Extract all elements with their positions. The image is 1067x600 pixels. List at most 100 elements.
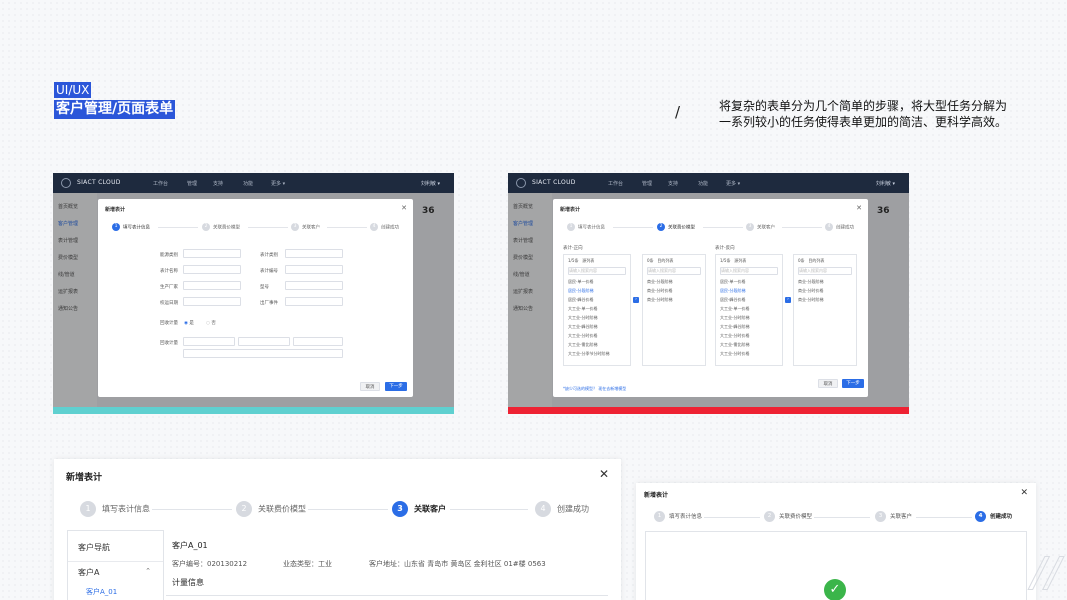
list-item[interactable]: 商业-分时阶梯 [647,297,701,303]
radio-yes[interactable]: ◉ 是 [184,320,194,326]
search-input[interactable]: 请输入搜索内容 [720,267,778,275]
cancel-button[interactable]: 取消 [818,379,838,388]
manufacturer-select[interactable] [183,281,241,290]
nav-item-customer-a[interactable]: 客户A [78,567,99,578]
next-button[interactable]: 下一步 [385,382,407,391]
close-icon[interactable]: ✕ [599,467,609,481]
customer-name: 客户A_01 [172,541,208,550]
topnav-item[interactable]: 管理 [642,180,652,187]
radio-label: 否 [211,321,216,326]
step-number: 2 [202,223,210,231]
step-connector [703,227,743,228]
topnav-item[interactable]: 工作台 [153,180,168,187]
topnav-item[interactable]: 支持 [213,180,223,187]
topnav-item[interactable]: 支持 [668,180,678,187]
list-item-selected[interactable]: 居民-分段阶梯 [720,288,778,294]
screenshot-step1: SIACT CLOUD 工作台 管理 支持 功能 更多 ▾ 刘利敏 ▾ 首页概览… [53,173,454,414]
list-item[interactable]: 商业-分段阶梯 [798,279,852,285]
calibration-date-picker[interactable] [183,297,241,306]
step-label: 关联费价模型 [668,225,695,231]
step-label: 填写表计信息 [102,504,150,514]
step-4: 4 创建成功 [370,223,399,231]
search-input[interactable]: 请输入搜索内容 [647,267,701,275]
close-icon[interactable]: ✕ [856,204,862,212]
model-select[interactable] [285,281,343,290]
step-number: 2 [764,511,775,522]
step-label: 关联费价模型 [779,514,813,520]
topnav-item[interactable]: 管理 [187,180,197,187]
topnav-item[interactable]: 更多 ▾ [726,180,740,187]
user-menu[interactable]: 刘利敏 ▾ [421,180,440,187]
radio-no[interactable]: ○ 否 [206,320,216,326]
list-item[interactable]: 大工业-单一价格 [720,306,778,312]
business-type: 业态类型：工业 [283,560,332,568]
brand-name: SIACT CLOUD [532,179,576,186]
topnav-item[interactable]: 功能 [243,180,253,187]
energy-type-select[interactable] [183,249,241,258]
list-item[interactable]: 大工业-峰谷阶梯 [568,324,626,330]
list-item[interactable]: 居民-单一价格 [720,279,778,285]
list-item[interactable]: 大工业-需比阶梯 [720,342,778,348]
step-number: 4 [975,511,986,522]
recovery-input[interactable] [183,349,343,358]
step-label: 关联客户 [302,225,320,231]
list-item[interactable]: 大工业-峰谷阶梯 [720,324,778,330]
list-item[interactable]: 居民-峰谷价格 [720,297,778,303]
step-label: 关联客户 [757,225,775,231]
list-item[interactable]: 居民-峰谷价格 [568,297,626,303]
add-model-link[interactable]: *缺少可选的模型？ 现在去新增模型 [563,386,626,392]
list-item[interactable]: 商业-分段阶梯 [647,279,701,285]
list-item[interactable]: 居民-单一价格 [568,279,626,285]
cancel-button[interactable]: 取消 [360,382,380,391]
topnav-item[interactable]: 功能 [698,180,708,187]
list-item[interactable]: 大工业-分时阶梯 [568,315,626,321]
group-label: 表计-反向 [715,246,735,251]
transfer-right-button[interactable]: › [785,297,791,303]
nav-subitem-customer-a01[interactable]: 客户A_01 [86,587,117,597]
topnav-item[interactable]: 工作台 [608,180,623,187]
list-item-selected[interactable]: 居民-分段阶梯 [568,288,626,294]
meter-name-input[interactable] [183,265,241,274]
topnav-item[interactable]: 更多 ▾ [271,180,285,187]
search-input[interactable]: 请输入搜索内容 [568,267,626,275]
decorative-outline-text: // [1031,550,1062,597]
step-label: 填写表计信息 [123,225,150,231]
step-3: 3 关联客户 [392,501,446,518]
step-2: 2 关联费价模型 [764,511,812,523]
search-input[interactable]: 请输入搜索内容 [798,267,852,275]
step-label: 关联费价模型 [258,504,306,514]
close-icon[interactable]: ✕ [1020,488,1028,498]
recovery-select-3[interactable] [293,337,343,346]
customer-number: 客户编号：020130212 [172,560,248,568]
factory-date-input[interactable] [285,297,343,306]
list-item[interactable]: 大工业-分时阶梯 [720,315,778,321]
meter-type-select[interactable] [285,249,343,258]
list-item[interactable]: 大工业-分季节分时阶梯 [568,351,626,357]
list-item[interactable]: 商业-分时阶梯 [798,297,852,303]
transfer-right-button[interactable]: › [633,297,639,303]
step-connector [248,227,288,228]
recovery-select-2[interactable] [238,337,290,346]
field-label: 出厂事件 [260,301,278,306]
next-button[interactable]: 下一步 [842,379,864,388]
list-item[interactable]: 商业-分时价格 [798,288,852,294]
customer-nav: 客户导航 客户A ⌃ 客户A_01 [67,530,164,600]
user-menu[interactable]: 刘利敏 ▾ [876,180,895,187]
description-line-2: 一系列较小的任务使得表单更加的简洁、更科学高效。 [719,115,1008,129]
customer-address: 客户地址：山东省 青岛市 黄岛区 金利社区 01#楼 0563 [369,560,546,568]
close-icon[interactable]: ✕ [401,204,407,212]
list-item[interactable]: 商业-分时价格 [647,288,701,294]
chevron-up-icon[interactable]: ⌃ [145,567,151,575]
list-item[interactable]: 大工业-需比阶梯 [568,342,626,348]
list-item[interactable]: 大工业-分时价格 [720,351,778,357]
step-connector [916,517,972,518]
meter-number-input[interactable] [285,265,343,274]
recovery-select-1[interactable] [183,337,235,346]
associate-customer-modal: 新增表计 ✕ 1 填写表计信息 2 关联费价模型 3 关联客户 4 创建成功 客户导航 … [54,459,621,600]
list-item[interactable]: 大工业-分时价格 [720,333,778,339]
step-connector [782,227,822,228]
step-label: 创建成功 [557,504,589,514]
list-item[interactable]: 大工业-单一价格 [568,306,626,312]
list-item[interactable]: 大工业-分时价格 [568,333,626,339]
step-connector [152,509,232,510]
